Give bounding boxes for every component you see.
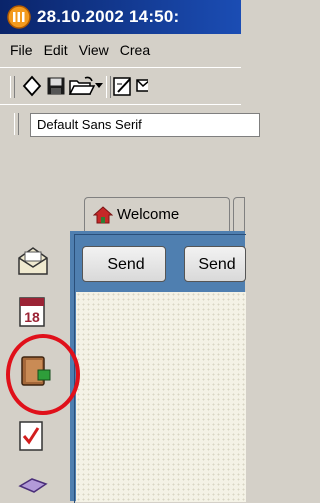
tab-welcome-label: Welcome <box>117 206 180 223</box>
app-icon <box>7 5 31 29</box>
svg-text:18: 18 <box>24 309 40 325</box>
format-toolbar: Default Sans Serif <box>0 105 260 141</box>
menu-file[interactable]: File <box>10 42 33 58</box>
address-book-icon[interactable] <box>16 352 54 390</box>
toolbar-separator <box>106 76 111 98</box>
separator <box>0 67 241 68</box>
toolbar-grip[interactable] <box>10 76 15 98</box>
mail-icon[interactable] <box>136 75 148 97</box>
dropdown-arrow-icon[interactable] <box>95 83 103 89</box>
title-bar: 28.10.2002 14:50: <box>0 0 241 34</box>
font-family-select[interactable]: Default Sans Serif <box>30 113 260 137</box>
window-title: 28.10.2002 14:50: <box>37 7 180 26</box>
send-button[interactable]: Send <box>82 246 166 282</box>
notes-icon[interactable] <box>16 476 50 496</box>
send-options-button[interactable]: Send <box>184 246 246 282</box>
toolbar-grip[interactable] <box>14 113 19 135</box>
tab-next[interactable] <box>233 197 245 231</box>
edit-note-icon[interactable] <box>112 75 134 97</box>
menu-create[interactable]: Crea <box>120 42 150 58</box>
home-icon <box>93 205 113 223</box>
menu-edit[interactable]: Edit <box>44 42 68 58</box>
toolbar <box>0 69 241 105</box>
open-folder-icon[interactable] <box>68 75 96 97</box>
menu-view[interactable]: View <box>79 42 109 58</box>
tab-welcome[interactable]: Welcome <box>84 197 230 231</box>
menu-bar: File Edit View Crea <box>0 34 241 66</box>
diamond-icon[interactable] <box>22 75 42 97</box>
calendar-icon[interactable]: 18 <box>16 294 50 330</box>
save-icon[interactable] <box>46 75 66 97</box>
mail-icon[interactable] <box>16 244 50 278</box>
message-body[interactable] <box>76 292 246 502</box>
tasks-icon[interactable] <box>16 418 48 454</box>
